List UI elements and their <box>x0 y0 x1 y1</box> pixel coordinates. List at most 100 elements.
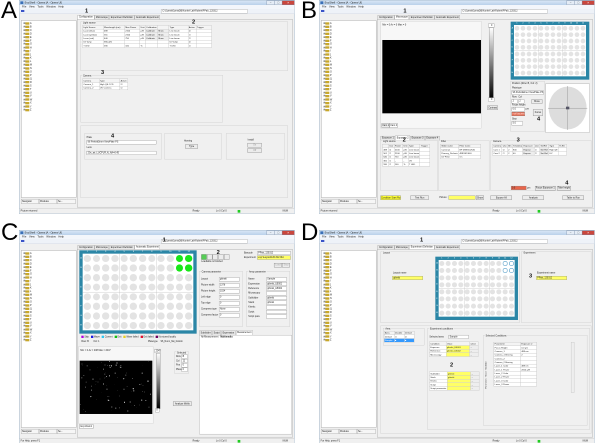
pane-tab[interactable]: Navigator <box>20 198 39 204</box>
well-H10[interactable] <box>496 310 502 316</box>
step-field[interactable]: 5.0 <box>511 121 523 126</box>
plate-map[interactable]: 1 2 3 4 5 6 7 8 9 10 11 12 A B C D E F G H <box>510 21 590 80</box>
menu-help[interactable]: Help <box>358 5 363 8</box>
well-B7[interactable] <box>138 264 147 272</box>
scale-min-field[interactable]: 0 <box>155 408 160 413</box>
plate-select[interactable]: 96 PerkinElmer ViewPlate PS <box>86 140 157 145</box>
well-E4[interactable] <box>111 293 119 301</box>
well-B8[interactable] <box>556 32 562 37</box>
well-E8[interactable] <box>483 289 489 295</box>
play-button[interactable] <box>201 254 207 260</box>
table-row[interactable]: UV Filter On <box>440 154 481 159</box>
well-H4[interactable] <box>111 321 119 330</box>
area-table[interactable]: Area Disable Default Default ☐ ☑ Sample ■ ■ <box>383 330 415 343</box>
well-D12[interactable] <box>509 282 514 288</box>
well-F10[interactable] <box>166 302 174 310</box>
tree-view[interactable]: ⊞A⊞B⊞C⊞D⊞E⊞F⊞G⊞H⊞I⊞J⊞K⊞L⊞M⊞N⊞O⊞P⊞Q⊞R⊞S⊞T… <box>20 20 77 198</box>
well-B8[interactable] <box>483 268 489 274</box>
well-H9[interactable] <box>157 321 165 330</box>
well-A8[interactable] <box>556 25 562 31</box>
well-C2[interactable] <box>92 274 101 282</box>
well-A1[interactable] <box>439 261 445 267</box>
well-D7[interactable] <box>477 282 483 288</box>
well-G8[interactable] <box>483 303 489 309</box>
well-H3[interactable] <box>102 321 110 330</box>
pane-tab[interactable]: Navigator <box>320 428 339 434</box>
well-H11[interactable] <box>502 310 508 316</box>
well-F1[interactable] <box>514 57 520 63</box>
well-H7[interactable] <box>138 321 147 330</box>
menu-help[interactable]: Help <box>358 235 363 238</box>
menu-window[interactable]: Window <box>346 235 355 238</box>
well-A12[interactable] <box>509 261 514 267</box>
table-row[interactable]: 590 ☐ 100% T LED <box>382 162 431 167</box>
param-field[interactable]: 1024 <box>218 289 240 294</box>
table-cell[interactable]: ... <box>469 352 479 357</box>
well-G5[interactable] <box>464 303 470 309</box>
tree-item[interactable]: ⊞Z <box>323 338 331 342</box>
grayscale-bar[interactable] <box>156 352 161 409</box>
well-F3[interactable] <box>102 302 110 310</box>
table-row[interactable]: T LED 590 100% T LED ☐ <box>82 43 212 48</box>
well-G10[interactable] <box>166 312 174 320</box>
tree-item[interactable]: ⊞Z <box>23 108 31 112</box>
move-button[interactable]: Move <box>531 99 543 104</box>
menu-window[interactable]: Window <box>46 235 55 238</box>
table-cell[interactable]: Expose <box>522 151 535 156</box>
well-D7[interactable] <box>138 283 147 291</box>
table-row[interactable]: Laser_3 Power <box>493 382 537 387</box>
well-G8[interactable] <box>148 312 156 320</box>
well-F9[interactable] <box>562 57 568 63</box>
param-field[interactable]: gibrski_LB001 <box>266 281 287 286</box>
well-B3[interactable] <box>526 32 532 37</box>
menu-view[interactable]: View <box>29 235 35 238</box>
well-G4[interactable] <box>532 64 538 70</box>
menu-help[interactable]: Help <box>58 235 63 238</box>
well-F12[interactable] <box>580 57 586 63</box>
param-field[interactable]: 0 <box>218 313 240 318</box>
well-C10[interactable] <box>496 275 502 281</box>
menu-file[interactable]: File <box>322 5 326 8</box>
well-B3[interactable] <box>452 268 457 274</box>
well-F3[interactable] <box>526 57 532 63</box>
well-H7[interactable] <box>477 310 483 316</box>
param-field[interactable]: 0 <box>218 295 240 300</box>
well-E10[interactable] <box>568 51 574 57</box>
pane-tab[interactable]: Modules <box>338 428 357 434</box>
well-B9[interactable] <box>490 268 495 274</box>
well-C7[interactable] <box>477 275 483 281</box>
load-button[interactable]: Load <box>273 262 282 268</box>
well-G3[interactable] <box>102 312 110 320</box>
well-H5[interactable] <box>464 310 470 316</box>
well-A9[interactable] <box>157 254 165 263</box>
well-B10[interactable] <box>568 32 574 37</box>
well-A2[interactable] <box>520 25 526 31</box>
well-G3[interactable] <box>526 64 532 70</box>
tab-script[interactable]: Script <box>485 371 487 376</box>
row-field[interactable]: 2 <box>511 99 518 104</box>
well-C1[interactable] <box>439 275 445 281</box>
platetype-field[interactable]: 96 PerkinElmer ViewPlate PS <box>511 90 544 95</box>
well-E3[interactable] <box>526 51 532 57</box>
well-D11[interactable] <box>502 282 508 288</box>
param-field[interactable] <box>266 291 287 296</box>
well-F4[interactable] <box>111 302 119 310</box>
menu-tools[interactable]: Tools <box>337 5 343 8</box>
param-field[interactable]: Sample <box>266 277 287 282</box>
path-field[interactable]: C:\Opera\OperaDB\Kunkel Lab\Robert\PPab_… <box>160 239 248 244</box>
well-F5[interactable] <box>120 302 128 310</box>
well-A5[interactable] <box>464 261 470 267</box>
param-field[interactable] <box>266 309 287 314</box>
well-D10[interactable] <box>166 283 174 291</box>
well-B1[interactable] <box>514 32 520 37</box>
well-C3[interactable] <box>526 38 532 44</box>
well-G2[interactable] <box>445 303 451 309</box>
well-C8[interactable] <box>148 274 156 282</box>
menu-file[interactable]: File <box>22 5 26 8</box>
well-A1[interactable] <box>514 25 520 31</box>
well-E10[interactable] <box>496 289 502 295</box>
well-G12[interactable] <box>185 312 193 320</box>
menu-view[interactable]: View <box>29 5 35 8</box>
well-E4[interactable] <box>532 51 538 57</box>
well-C4[interactable] <box>458 275 464 281</box>
